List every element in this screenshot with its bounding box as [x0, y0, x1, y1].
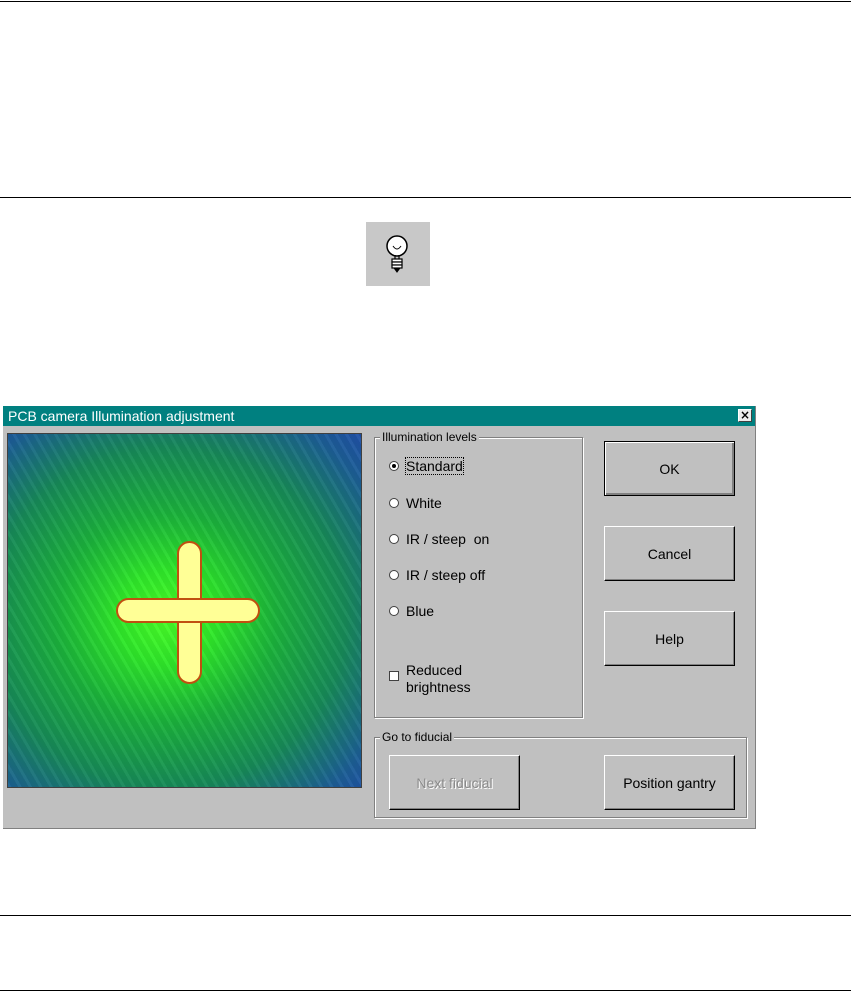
cancel-button[interactable]: Cancel: [604, 526, 735, 581]
illumination-levels-legend: Illumination levels: [380, 430, 479, 444]
reduced-brightness-label: Reduced brightness: [406, 662, 471, 695]
header-rule: [0, 197, 851, 198]
illumination-dialog: PCB camera Illumination adjustment × Ill…: [3, 406, 756, 829]
go-to-fiducial-legend: Go to fiducial: [380, 730, 455, 744]
radio-standard-label: Standard: [405, 457, 464, 475]
close-icon[interactable]: ×: [738, 409, 752, 422]
help-button[interactable]: Help: [604, 611, 735, 666]
radio-ir-steep-on-indicator[interactable]: [389, 534, 399, 544]
radio-ir-steep-off[interactable]: IR / steep off: [389, 566, 485, 584]
lightbulb-icon: [366, 222, 430, 286]
illumination-levels-group: Illumination levels Standard White IR / …: [374, 430, 583, 718]
radio-ir-steep-on-label: IR / steep on: [406, 531, 490, 547]
reduced-brightness-box[interactable]: [389, 671, 399, 681]
position-gantry-button[interactable]: Position gantry: [604, 755, 735, 810]
reduced-brightness-checkbox[interactable]: Reduced brightness: [389, 662, 516, 696]
radio-blue[interactable]: Blue: [389, 602, 434, 620]
ok-button[interactable]: OK: [604, 441, 735, 496]
radio-ir-steep-off-label: IR / steep off: [406, 567, 486, 583]
radio-blue-label: Blue: [406, 603, 435, 619]
footer-rule-upper: [0, 915, 851, 916]
go-to-fiducial-group: Go to fiducial Next fiducial Position ga…: [374, 730, 747, 818]
radio-white[interactable]: White: [389, 494, 442, 512]
dialog-titlebar[interactable]: PCB camera Illumination adjustment ×: [3, 406, 755, 426]
radio-white-label: White: [406, 495, 442, 511]
radio-white-indicator[interactable]: [389, 498, 399, 508]
radio-standard[interactable]: Standard: [389, 457, 464, 475]
radio-ir-steep-on[interactable]: IR / steep on: [389, 530, 489, 548]
radio-blue-indicator[interactable]: [389, 606, 399, 616]
camera-view: [7, 433, 362, 788]
radio-standard-indicator[interactable]: [389, 461, 399, 471]
dialog-title: PCB camera Illumination adjustment: [8, 408, 235, 424]
fiducial-cross-center: [179, 600, 200, 621]
next-fiducial-button[interactable]: Next fiducial: [389, 755, 520, 810]
footer-rule-lower: [0, 990, 851, 991]
radio-ir-steep-off-indicator[interactable]: [389, 570, 399, 580]
top-rule: [0, 1, 851, 2]
